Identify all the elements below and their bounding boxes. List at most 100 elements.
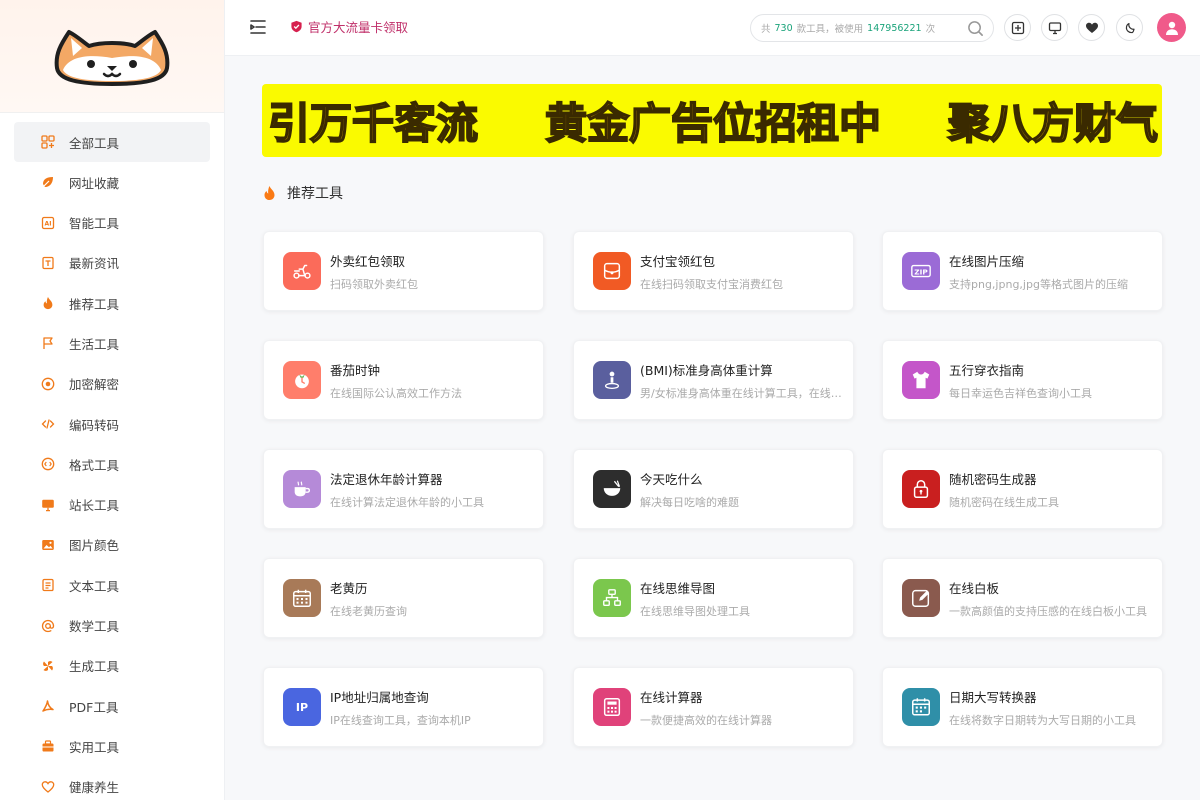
tool-title: 支付宝领红包 xyxy=(640,253,716,269)
add-button[interactable] xyxy=(1004,14,1031,41)
moon-icon xyxy=(1125,22,1135,33)
svg-text:IP: IP xyxy=(296,701,308,714)
ip-icon: IP xyxy=(283,688,321,726)
tool-desc: IP在线查询工具，查询本机IP xyxy=(330,713,471,727)
tool-title: 今天吃什么 xyxy=(640,471,703,487)
tool-card[interactable]: 外卖红包领取 扫码领取外卖红包 xyxy=(263,231,544,311)
logo-area[interactable] xyxy=(0,0,224,113)
sidebar-item-7[interactable]: 编码转码 xyxy=(14,404,210,444)
tool-desc: 在线计算法定退休年龄的小工具 xyxy=(330,495,484,509)
tool-desc: 解决每日吃啥的难题 xyxy=(640,495,739,509)
tool-card[interactable]: 支付宝领红包 在线扫码领取支付宝消费红包 xyxy=(573,231,854,311)
tool-card[interactable]: (BMI)标准身高体重计算男/女标准身高体重在线计算工具，在线计算BMI xyxy=(573,340,854,420)
user-avatar[interactable] xyxy=(1157,13,1186,42)
tool-card[interactable]: 在线计算器 一款便捷高效的在线计算器 xyxy=(573,667,854,747)
heart-icon xyxy=(1085,22,1098,33)
top-header: 官方大流量卡领取 共 730 款工具，被使用 147956221 次 xyxy=(225,0,1200,56)
generate-icon xyxy=(40,658,56,674)
search-icon[interactable] xyxy=(967,20,984,37)
search-suffix: 次 xyxy=(925,24,936,35)
fire-icon xyxy=(40,295,56,311)
sidebar-item-0[interactable]: 全部工具 xyxy=(14,122,210,162)
tool-title: 在线图片压缩 xyxy=(949,253,1025,269)
tool-desc: 每日幸运色吉祥色查询小工具 xyxy=(949,386,1092,400)
tool-title: 五行穿衣指南 xyxy=(949,362,1025,378)
tool-title: 日期大写转换器 xyxy=(949,689,1037,705)
at-icon xyxy=(40,618,56,634)
sidebar-item-2[interactable]: AI 智能工具 xyxy=(14,203,210,243)
sidebar-item-label: 站长工具 xyxy=(69,498,120,514)
mindmap-icon xyxy=(593,579,631,617)
sidebar-item-9[interactable]: 站长工具 xyxy=(14,485,210,525)
search-input[interactable]: 共 730 款工具，被使用 147956221 次 xyxy=(750,14,994,42)
desktop-button[interactable] xyxy=(1041,14,1068,41)
lock-icon xyxy=(40,376,56,392)
sidebar-item-label: 网址收藏 xyxy=(69,175,120,191)
banner-text-3: 聚八方财气 xyxy=(947,98,1159,149)
svg-text:AI: AI xyxy=(45,220,52,227)
sidebar-item-11[interactable]: 文本工具 xyxy=(14,565,210,605)
section-title: 推荐工具 xyxy=(262,183,343,203)
sidebar-item-1[interactable]: 网址收藏 xyxy=(14,162,210,202)
favorite-button[interactable] xyxy=(1078,14,1105,41)
sidebar-item-13[interactable]: 生成工具 xyxy=(14,646,210,686)
tool-desc: 一款高颜值的支持压感的在线白板小工具 xyxy=(949,604,1147,618)
tool-desc: 在线思维导图处理工具 xyxy=(640,604,750,618)
date-icon xyxy=(902,688,940,726)
svg-text:ZIP: ZIP xyxy=(914,267,928,276)
tool-desc: 男/女标准身高体重在线计算工具，在线计算BMI xyxy=(640,386,850,400)
sidebar-item-label: 实用工具 xyxy=(69,739,120,755)
toolbox-icon xyxy=(40,738,56,754)
sidebar-item-5[interactable]: 生活工具 xyxy=(14,323,210,363)
ad-banner[interactable]: 引万千客流 黄金广告位招租中 聚八方财气 xyxy=(262,84,1162,157)
sidebar-item-6[interactable]: 加密解密 xyxy=(14,364,210,404)
text-icon xyxy=(40,577,56,593)
sidebar-item-10[interactable]: 图片颜色 xyxy=(14,525,210,565)
ai-icon: AI xyxy=(40,215,56,231)
monitor-icon xyxy=(1048,21,1061,34)
sidebar-item-14[interactable]: PDF工具 xyxy=(14,686,210,726)
tool-desc: 随机密码在线生成工具 xyxy=(949,495,1059,509)
sidebar-item-4[interactable]: 推荐工具 xyxy=(14,283,210,323)
person-pin-icon xyxy=(593,361,631,399)
tool-card[interactable]: 老黄历 在线老黄历查询 xyxy=(263,558,544,638)
sidebar-item-label: 数学工具 xyxy=(69,619,120,635)
tool-title: (BMI)标准身高体重计算 xyxy=(640,362,773,378)
coffee-icon xyxy=(283,470,321,508)
sidebar-item-12[interactable]: 数学工具 xyxy=(14,606,210,646)
scooter-icon xyxy=(283,252,321,290)
dark-mode-button[interactable] xyxy=(1116,14,1143,41)
alipay-envelope-icon xyxy=(593,252,631,290)
sidebar-item-15[interactable]: 实用工具 xyxy=(14,726,210,766)
tool-card[interactable]: IP IP地址归属地查询 IP在线查询工具，查询本机IP xyxy=(263,667,544,747)
promo-label: 官方大流量卡领取 xyxy=(308,20,409,35)
sidebar-item-16[interactable]: 健康养生 xyxy=(14,767,210,800)
shield-icon xyxy=(291,20,302,33)
promo-link[interactable]: 官方大流量卡领取 xyxy=(290,17,408,36)
tool-card[interactable]: 日期大写转换器 在线将数字日期转为大写日期的小工具 xyxy=(882,667,1163,747)
tool-card[interactable]: 今天吃什么解决每日吃啥的难题 xyxy=(573,449,854,529)
sidebar-item-label: PDF工具 xyxy=(69,699,119,715)
bookmark-icon xyxy=(40,174,56,190)
section-title-label: 推荐工具 xyxy=(287,186,343,202)
tool-card[interactable]: ZIP 在线图片压缩 支持png,jpng,jpg等格式图片的压缩 xyxy=(882,231,1163,311)
zip-icon: ZIP xyxy=(902,252,940,290)
sidebar-item-label: 文本工具 xyxy=(69,578,120,594)
user-icon xyxy=(1165,21,1178,35)
sidebar-item-3[interactable]: 最新资讯 xyxy=(14,243,210,283)
tool-card[interactable]: 五行穿衣指南每日幸运色吉祥色查询小工具 xyxy=(882,340,1163,420)
tool-card[interactable]: 在线白板 一款高颜值的支持压感的在线白板小工具 xyxy=(882,558,1163,638)
tool-card[interactable]: 法定退休年龄计算器 在线计算法定退休年龄的小工具 xyxy=(263,449,544,529)
sidebar-item-8[interactable]: 格式工具 xyxy=(14,444,210,484)
calendar-icon xyxy=(283,579,321,617)
tool-card[interactable]: 番茄时钟 在线国际公认高效工作方法 xyxy=(263,340,544,420)
grid-icon xyxy=(40,134,56,150)
tool-desc: 在线老黄历查询 xyxy=(330,604,407,618)
menu-toggle-icon[interactable] xyxy=(248,17,268,37)
sidebar-item-label: 最新资讯 xyxy=(69,256,120,272)
tool-title: 在线思维导图 xyxy=(640,580,716,596)
tool-card[interactable]: 在线思维导图在线思维导图处理工具 xyxy=(573,558,854,638)
banner-text-2: 黄金广告位招租中 xyxy=(544,98,882,149)
flag-icon xyxy=(40,335,56,351)
tool-card[interactable]: 随机密码生成器 随机密码在线生成工具 xyxy=(882,449,1163,529)
